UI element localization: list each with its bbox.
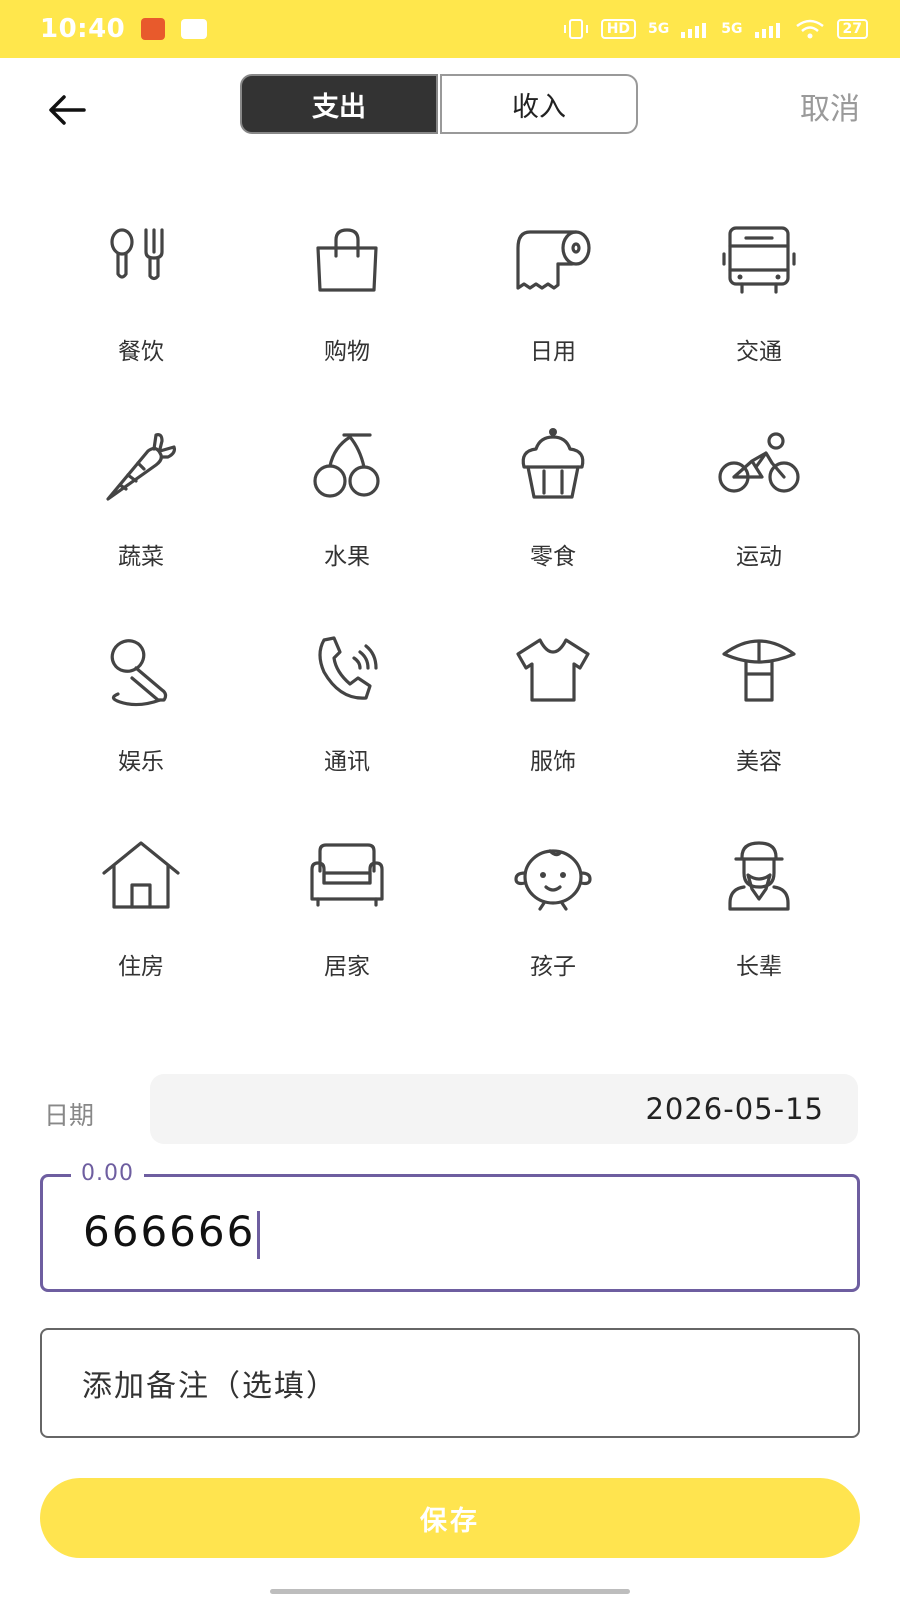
vibrate-icon — [563, 19, 588, 39]
category-shopping[interactable]: 购物 — [244, 218, 450, 423]
paper-roll-icon — [516, 230, 591, 290]
carrot-icon — [106, 433, 176, 501]
tab-income[interactable]: 收入 — [440, 74, 638, 134]
category-home[interactable]: 居家 — [244, 833, 450, 1038]
category-transport[interactable]: 交通 — [656, 218, 862, 423]
category-elders[interactable]: 长辈 — [656, 833, 862, 1038]
amount-value: 666666 — [83, 1207, 256, 1256]
type-segmented-control: 支出 收入 — [240, 74, 640, 136]
cosmetic-icon — [722, 639, 796, 702]
category-label: 购物 — [324, 339, 370, 365]
category-children[interactable]: 孩子 — [450, 833, 656, 1038]
date-picker-field[interactable]: 2026-05-15 — [150, 1074, 858, 1144]
category-label: 孩子 — [530, 954, 576, 980]
category-label: 零食 — [530, 544, 576, 570]
signal-5g-2: 5G — [721, 21, 743, 37]
house-icon — [102, 841, 180, 909]
notification-icon — [141, 18, 166, 40]
cyclist-icon — [718, 432, 800, 493]
note-input[interactable]: 添加备注（选填） — [40, 1328, 860, 1438]
category-label: 餐饮 — [118, 339, 164, 365]
hd-badge: HD — [600, 19, 637, 39]
category-beauty[interactable]: 美容 — [656, 628, 862, 833]
category-label: 长辈 — [736, 954, 782, 980]
save-button[interactable]: 保存 — [40, 1478, 860, 1558]
cupcake-icon — [521, 428, 585, 499]
note-placeholder: 添加备注（选填） — [82, 1369, 338, 1404]
phone-icon — [318, 636, 378, 700]
category-label: 水果 — [324, 544, 370, 570]
category-vegetables[interactable]: 蔬菜 — [38, 423, 244, 628]
category-clothing[interactable]: 服饰 — [450, 628, 656, 833]
category-label: 日用 — [530, 339, 576, 365]
back-arrow-icon[interactable] — [44, 86, 92, 134]
signal-5g-1: 5G — [648, 21, 670, 37]
category-daily[interactable]: 日用 — [450, 218, 656, 423]
category-label: 娱乐 — [118, 749, 164, 775]
text-caret — [257, 1210, 261, 1259]
wifi-icon — [795, 19, 824, 39]
category-dining[interactable]: 餐饮 — [38, 218, 244, 423]
status-bar: 10:40 HD 5G 5G 27 — [0, 0, 900, 58]
baby-face-icon — [514, 849, 592, 911]
cancel-button[interactable]: 取消 — [800, 84, 860, 128]
category-label: 交通 — [736, 339, 782, 365]
microphone-icon — [110, 639, 168, 707]
battery-indicator: 27 — [836, 19, 868, 39]
category-grid: 餐饮 购物 日用 交通 蔬菜 水果 零食 运动 娱乐 通讯 服饰 美容 住房 居… — [38, 218, 862, 1038]
status-indicators: HD 5G 5G 27 — [563, 17, 868, 41]
amount-value-wrap: 666666 — [83, 1207, 261, 1259]
category-label: 美容 — [736, 749, 782, 775]
category-label: 居家 — [324, 954, 370, 980]
bus-icon — [722, 226, 796, 294]
category-label: 服饰 — [530, 749, 576, 775]
category-fruit[interactable]: 水果 — [244, 423, 450, 628]
status-time: 10:40 — [40, 14, 126, 44]
app-notification-icon — [181, 19, 208, 39]
date-label: 日期 — [44, 1101, 95, 1130]
top-bar: 支出 收入 取消 — [0, 58, 900, 158]
signal-bars-icon-2 — [754, 23, 780, 38]
shopping-bag-icon — [316, 228, 378, 292]
category-sports[interactable]: 运动 — [656, 423, 862, 628]
tab-expense[interactable]: 支出 — [240, 74, 438, 134]
tshirt-icon — [516, 638, 590, 702]
signal-bars-icon — [681, 23, 707, 38]
category-label: 通讯 — [324, 749, 370, 775]
home-indicator[interactable] — [270, 1589, 630, 1594]
category-communication[interactable]: 通讯 — [244, 628, 450, 833]
cherry-icon — [313, 433, 380, 498]
category-label: 运动 — [736, 544, 782, 570]
category-label: 蔬菜 — [118, 544, 164, 570]
category-snacks[interactable]: 零食 — [450, 423, 656, 628]
category-housing[interactable]: 住房 — [38, 833, 244, 1038]
sofa-icon — [310, 843, 384, 907]
amount-input[interactable]: 0.00 666666 — [40, 1161, 860, 1292]
category-entertainment[interactable]: 娱乐 — [38, 628, 244, 833]
category-label: 住房 — [118, 954, 164, 980]
utensils-icon — [110, 228, 164, 281]
amount-placeholder-label: 0.00 — [71, 1161, 144, 1186]
elder-icon — [728, 841, 790, 911]
